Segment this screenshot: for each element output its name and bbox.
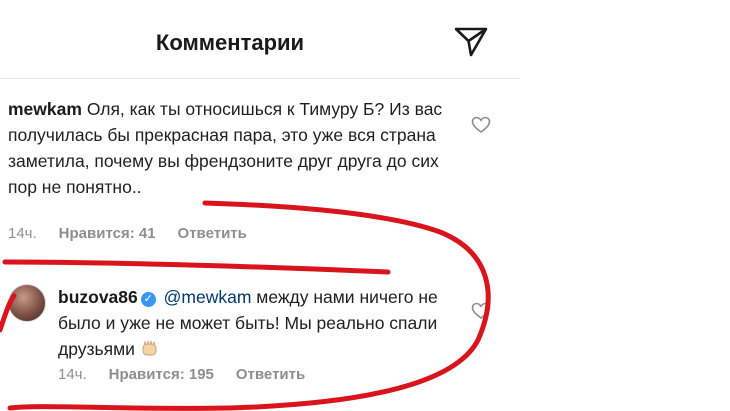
heart-icon[interactable] — [471, 116, 491, 134]
header: Комментарии — [0, 0, 520, 80]
reply-button[interactable]: Ответить — [178, 225, 247, 242]
comment-item: mewkam Оля, как ты относишься к Тимуру Б… — [8, 96, 463, 200]
comment-meta: 14ч. Нравится: 195 Ответить — [58, 366, 327, 383]
fist-emoji-icon — [142, 340, 157, 356]
comment-meta: 14ч. Нравится: 41 Ответить — [8, 225, 269, 242]
verified-badge-icon: ✓ — [140, 292, 156, 307]
right-margin — [520, 0, 730, 411]
reply-button[interactable]: Ответить — [236, 366, 305, 383]
send-icon[interactable] — [453, 26, 489, 58]
comment-text: buzova86 ✓ @mewkam между нами ничего не б… — [58, 284, 458, 362]
avatar[interactable] — [8, 284, 46, 322]
likes-count[interactable]: Нравится: 195 — [109, 366, 214, 383]
comment-username[interactable]: mewkam — [8, 99, 82, 119]
heart-icon[interactable] — [471, 302, 491, 320]
comments-screen: Комментарии mewkam Оля, как ты относишьс… — [0, 0, 520, 411]
likes-count[interactable]: Нравится: 41 — [59, 225, 156, 242]
comment-item: buzova86 ✓ @mewkam между нами ничего не б… — [58, 284, 458, 362]
comment-time: 14ч. — [8, 225, 37, 242]
comment-time: 14ч. — [58, 366, 87, 383]
comment-mention[interactable]: @mewkam — [164, 287, 252, 307]
comment-text: mewkam Оля, как ты относишься к Тимуру Б… — [8, 96, 463, 200]
comment-username[interactable]: buzova86 — [58, 287, 138, 307]
page-title: Комментарии — [155, 30, 305, 55]
header-divider — [0, 78, 520, 79]
